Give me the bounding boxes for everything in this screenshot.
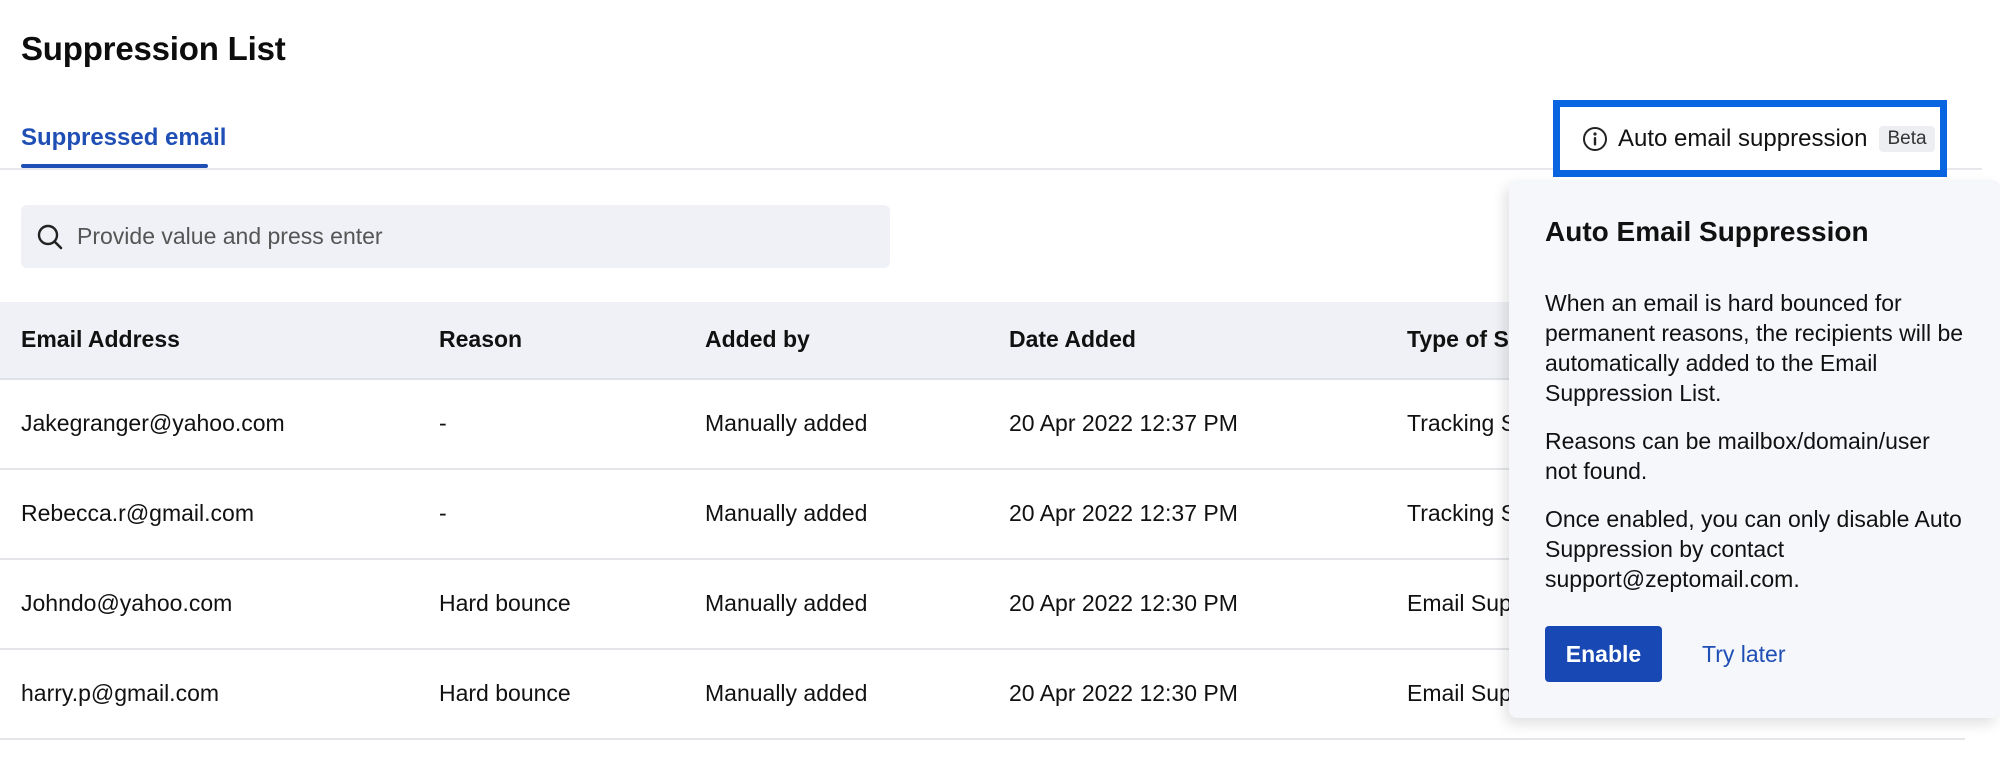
try-later-link[interactable]: Try later — [1702, 641, 1786, 668]
column-header-reason: Reason — [439, 326, 523, 352]
search-icon — [35, 222, 65, 252]
cell-reason: - — [439, 500, 447, 526]
cell-type: Email Sup — [1407, 590, 1512, 616]
cell-email: Jakegranger@yahoo.com — [21, 410, 285, 436]
cell-reason: - — [439, 410, 447, 436]
cell-type: Email Sup — [1407, 680, 1512, 706]
cell-email: Rebecca.r@gmail.com — [21, 500, 254, 526]
popover-description: When an email is hard bounced for perman… — [1545, 290, 1964, 406]
search-box[interactable] — [21, 205, 890, 268]
auto-email-suppression-label: Auto email suppression — [1618, 124, 1868, 152]
column-header-email: Email Address — [21, 326, 180, 352]
enable-button[interactable]: Enable — [1545, 626, 1662, 682]
cell-date-added: 20 Apr 2022 12:30 PM — [1009, 680, 1238, 706]
column-header-type: Type of Su — [1407, 326, 1523, 352]
info-icon — [1582, 126, 1608, 152]
column-header-added-by: Added by — [705, 326, 810, 352]
cell-date-added: 20 Apr 2022 12:37 PM — [1009, 410, 1238, 436]
cell-type: Tracking S — [1407, 500, 1517, 526]
tab-suppressed-email[interactable]: Suppressed email — [21, 124, 226, 152]
popover-title: Auto Email Suppression — [1545, 216, 1869, 247]
cell-added-by: Manually added — [705, 680, 868, 706]
auto-suppression-popover: Auto Email Suppression When an email is … — [1509, 180, 2000, 718]
cell-date-added: 20 Apr 2022 12:30 PM — [1009, 590, 1238, 616]
beta-badge: Beta — [1879, 125, 1935, 152]
cell-reason: Hard bounce — [439, 680, 571, 706]
cell-added-by: Manually added — [705, 410, 868, 436]
cell-type: Tracking S — [1407, 410, 1517, 436]
popover-actions: Enable Try later — [1545, 626, 1964, 682]
popover-disable-note: Once enabled, you can only disable Auto … — [1545, 506, 1962, 592]
cell-reason: Hard bounce — [439, 590, 571, 616]
popover-reasons: Reasons can be mailbox/domain/user not f… — [1545, 428, 1930, 484]
cell-date-added: 20 Apr 2022 12:37 PM — [1009, 500, 1238, 526]
column-header-date-added: Date Added — [1009, 326, 1136, 352]
cell-added-by: Manually added — [705, 590, 868, 616]
cell-email: harry.p@gmail.com — [21, 680, 220, 706]
page-title: Suppression List — [21, 30, 286, 67]
cell-added-by: Manually added — [705, 500, 868, 526]
auto-email-suppression-button[interactable]: Auto email suppression Beta — [1553, 100, 1947, 177]
search-input[interactable] — [77, 223, 857, 250]
cell-email: Johndo@yahoo.com — [21, 590, 233, 616]
